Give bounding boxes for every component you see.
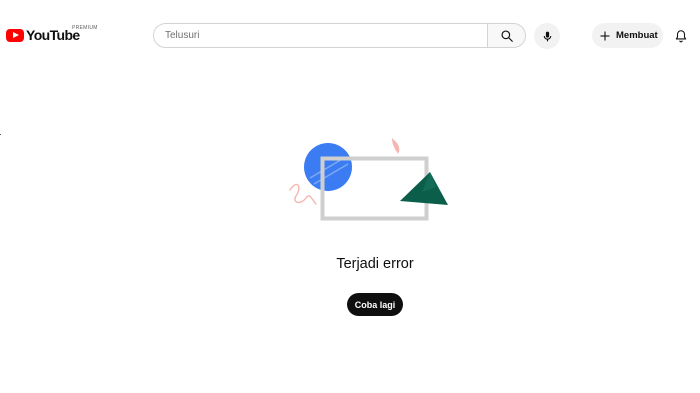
notifications-button[interactable] [670,23,692,49]
stray-mark [0,134,1,135]
microphone-icon [543,31,551,41]
error-message: Terjadi error [0,255,700,273]
logo-country-code: PREMIUM [72,25,98,31]
youtube-logo-icon [6,28,24,42]
search-button[interactable] [487,23,526,48]
squiggle-shape [289,183,317,205]
youtube-logo[interactable]: YouTube PREMIUM [6,25,97,43]
pink-drop-shape [392,138,400,154]
search-icon [500,29,513,42]
error-title: Terjadi error [336,256,414,272]
create-button-label: Membuat [616,30,658,41]
error-illustration [289,138,448,221]
search-input[interactable] [153,23,487,48]
plus-icon [600,31,610,40]
create-button[interactable]: Membuat [592,23,663,48]
bell-icon [675,30,687,43]
masthead: YouTube PREMIUM Membuat [0,0,700,70]
search-bar [153,23,526,48]
retry-button[interactable]: Coba lagi [347,293,403,316]
voice-search-button[interactable] [534,23,560,49]
